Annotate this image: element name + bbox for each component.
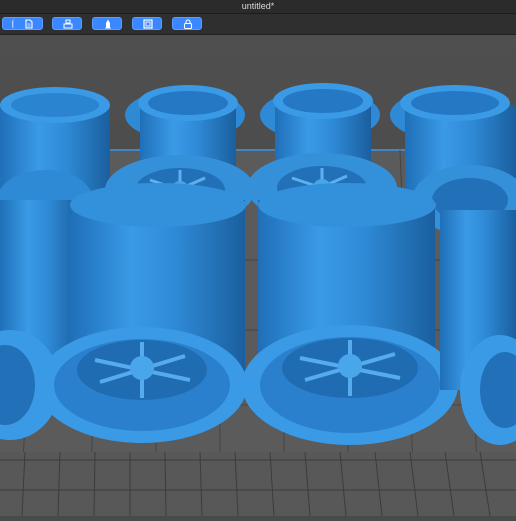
3d-viewport[interactable] [0, 35, 516, 517]
lock-icon [183, 19, 193, 29]
rocket-icon [105, 19, 111, 29]
title-bar: untitled* [0, 0, 516, 14]
toolbar-button-3[interactable] [52, 17, 82, 30]
toolbar [0, 14, 516, 35]
window-title: untitled* [241, 1, 275, 11]
toolbar-button-2[interactable] [13, 17, 43, 30]
toolbar-button-4[interactable] [92, 17, 122, 30]
wheel-rim-front-3[interactable] [242, 183, 458, 445]
printer-stack-icon [63, 19, 73, 29]
square-frame-icon [143, 19, 153, 29]
document-icon [25, 19, 33, 29]
toolbar-button-6[interactable] [172, 17, 202, 30]
scene-canvas[interactable] [0, 35, 516, 517]
toolbar-button-5[interactable] [132, 17, 162, 30]
